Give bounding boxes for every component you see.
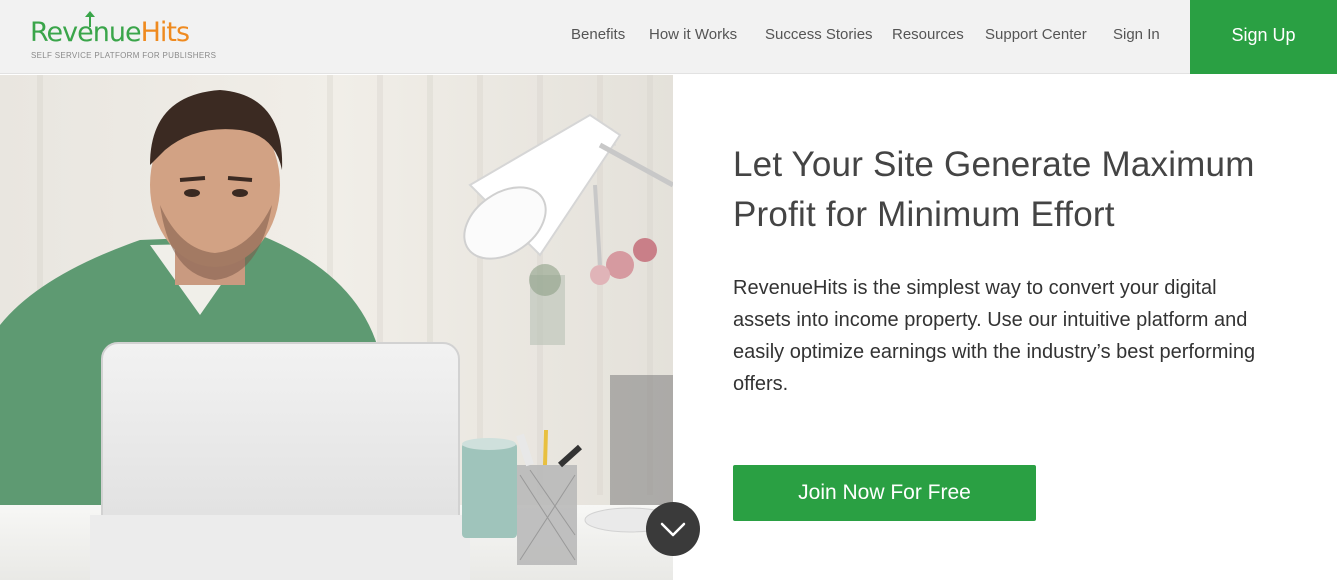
sign-up-button[interactable]: Sign Up [1190,0,1337,74]
man-at-laptop-photo [0,75,673,580]
nav-resources[interactable]: Resources [892,0,964,74]
nav-sign-in[interactable]: Sign In [1113,0,1160,74]
revenuehits-logo[interactable]: RevenueHits SELF SERVICE PLATFORM FOR PU… [30,10,230,66]
scroll-down-button[interactable] [646,502,700,556]
hero-description: RevenueHits is the simplest way to conve… [733,277,1256,395]
logo-arrow-icon [85,11,95,27]
nav-success-stories[interactable]: Success Stories [765,0,873,74]
hero-headline: Let Your Site Generate Maximum Profit fo… [733,145,1255,234]
hero-photo [0,75,673,580]
logo-wordmark: RevenueHits [30,17,190,48]
join-now-button[interactable]: Join Now For Free [733,465,1036,521]
chevron-down-icon [660,522,686,537]
site-header: RevenueHits SELF SERVICE PLATFORM FOR PU… [0,0,1337,74]
nav-support-center[interactable]: Support Center [985,0,1087,74]
logo-tagline: SELF SERVICE PLATFORM FOR PUBLISHERS [31,51,217,60]
nav-how-it-works[interactable]: How it Works [649,0,737,74]
nav-benefits[interactable]: Benefits [571,0,625,74]
